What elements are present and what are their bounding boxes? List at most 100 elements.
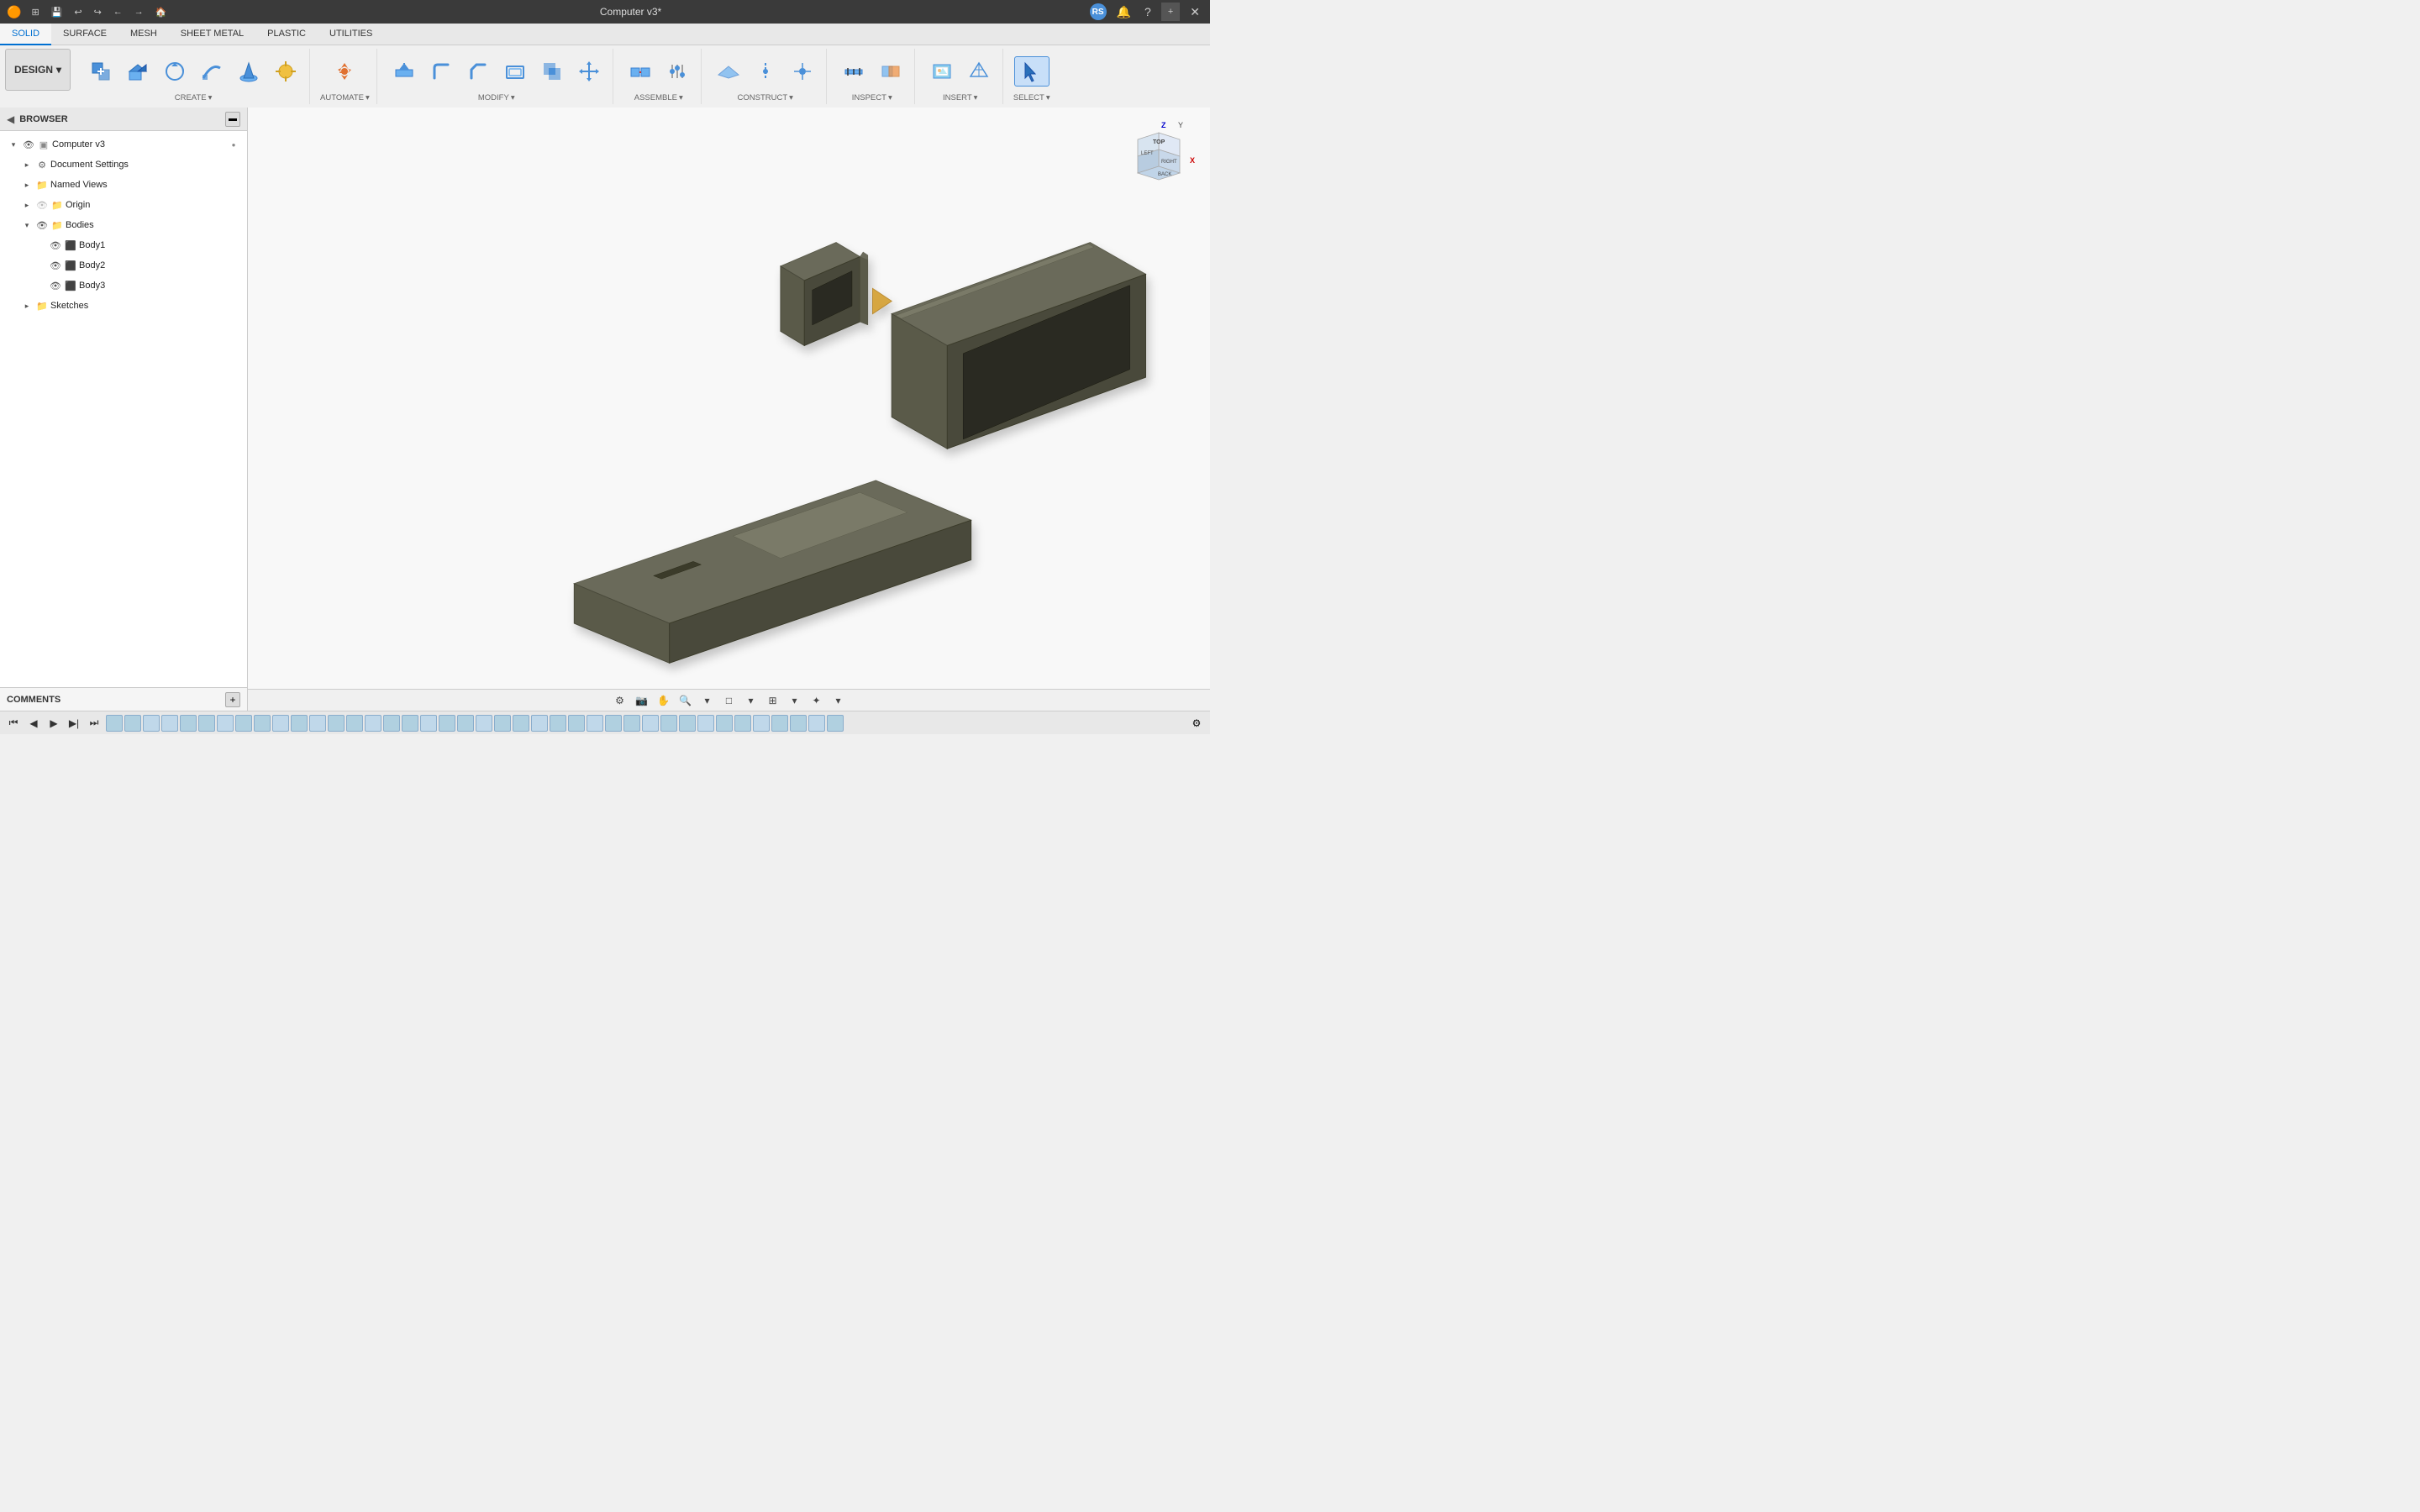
timeline-play-btn[interactable]: ▶ [45,715,62,732]
grid-btn[interactable]: ⊞ [764,691,782,710]
chamfer-btn[interactable] [461,57,495,86]
timeline-step[interactable] [420,715,437,732]
tree-arrow-bodies[interactable]: ▾ [20,218,34,232]
modify-group-label[interactable]: MODIFY ▾ [478,93,515,102]
move-btn[interactable] [572,57,606,86]
tree-arrow-root[interactable]: ▾ [7,138,20,151]
forward-btn[interactable]: → [129,5,149,19]
display-mode-chevron-btn[interactable]: ▾ [742,691,760,710]
view-cube[interactable]: Z X Y TOP LEFT RIGHT BACK [1129,121,1197,188]
comments-add-btn[interactable]: + [225,692,240,707]
timeline-step[interactable] [623,715,640,732]
timeline-step[interactable] [660,715,677,732]
tree-arrow-sketches[interactable]: ▸ [20,299,34,312]
joint-btn[interactable] [660,57,694,86]
timeline-step[interactable] [808,715,825,732]
tree-arrow-doc-settings[interactable]: ▸ [20,158,34,171]
timeline-step[interactable] [513,715,529,732]
timeline-step[interactable] [272,715,289,732]
automate-group-label[interactable]: AUTOMATE ▾ [320,93,370,102]
browser-back-icon[interactable]: ◀ [7,113,14,125]
select-btn[interactable] [1014,56,1050,87]
timeline-step[interactable] [716,715,733,732]
new-tab-btn[interactable]: + [1161,3,1180,21]
timeline-step[interactable] [254,715,271,732]
timeline-step[interactable] [346,715,363,732]
help-btn[interactable]: ? [1141,3,1155,20]
timeline-step[interactable] [328,715,345,732]
construct-group-label[interactable]: CONSTRUCT ▾ [738,93,793,102]
timeline-step[interactable] [161,715,178,732]
timeline-settings-btn[interactable]: ⚙ [1188,715,1205,732]
push-pull-btn[interactable] [387,57,421,86]
timeline-step[interactable] [642,715,659,732]
timeline-step[interactable] [217,715,234,732]
inspect-group-label[interactable]: INSPECT ▾ [852,93,892,102]
select-group-label[interactable]: SELECT ▾ [1013,93,1050,102]
eye-icon-body3[interactable]: 👁 [49,279,62,292]
effects-btn[interactable]: ✦ [808,691,826,710]
timeline-step[interactable] [143,715,160,732]
timeline-last-btn[interactable]: ⏭ [86,715,103,732]
timeline-step[interactable] [439,715,455,732]
timeline-step[interactable] [568,715,585,732]
tree-item-body2[interactable]: 👁 ⬛ Body2 [0,255,247,276]
tree-item-named-views[interactable]: ▸ 📁 Named Views [0,175,247,195]
timeline-step[interactable] [106,715,123,732]
undo-btn[interactable]: ↩ [69,5,87,19]
combine-btn[interactable] [535,57,569,86]
timeline-step[interactable] [365,715,381,732]
pan-btn[interactable]: ✋ [655,691,673,710]
assemble-group-label[interactable]: ASSEMBLE ▾ [634,93,683,102]
tab-sheet-metal[interactable]: SHEET METAL [169,24,255,45]
timeline-step[interactable] [734,715,751,732]
timeline-next-btn[interactable]: ▶| [66,715,82,732]
insert-canvas-btn[interactable] [925,57,959,86]
tree-item-body3[interactable]: 👁 ⬛ Body3 [0,276,247,296]
timeline-step[interactable] [383,715,400,732]
interference-btn[interactable] [874,57,908,86]
timeline-step[interactable] [587,715,603,732]
loft-btn[interactable] [232,57,266,86]
redo-btn[interactable]: ↪ [89,5,107,19]
insert-mesh-btn[interactable] [962,57,996,86]
tree-item-origin[interactable]: ▸ 👁 📁 Origin [0,195,247,215]
tree-item-bodies[interactable]: ▾ 👁 📁 Bodies [0,215,247,235]
eye-icon-bodies[interactable]: 👁 [35,218,49,232]
automate-btn[interactable] [328,57,361,86]
close-btn[interactable]: ✕ [1186,3,1203,21]
timeline-step[interactable] [291,715,308,732]
zoom-btn[interactable]: 🔍 [676,691,695,710]
viewport[interactable]: Z X Y TOP LEFT RIGHT BACK [248,108,1210,711]
eye-icon-root[interactable]: 👁 [22,138,35,151]
timeline-step[interactable] [309,715,326,732]
tab-utilities[interactable]: UTILITIES [318,24,384,45]
back-btn[interactable]: ← [108,5,128,19]
tab-plastic[interactable]: PLASTIC [255,24,318,45]
eye-icon-origin[interactable]: 👁 [35,198,49,212]
timeline-step[interactable] [494,715,511,732]
explode-btn[interactable] [269,57,302,86]
plane-btn[interactable] [712,57,745,86]
timeline-step[interactable] [697,715,714,732]
axis-btn[interactable] [749,57,782,86]
timeline-step[interactable] [771,715,788,732]
fillet-btn[interactable] [424,57,458,86]
revolve-btn[interactable] [158,57,192,86]
tab-mesh[interactable]: MESH [118,24,169,45]
tree-arrow-named-views[interactable]: ▸ [20,178,34,192]
save-btn[interactable]: 💾 [46,5,68,19]
tree-item-sketches[interactable]: ▸ 📁 Sketches [0,296,247,316]
tab-surface[interactable]: SURFACE [51,24,118,45]
timeline-step[interactable] [476,715,492,732]
timeline-first-btn[interactable]: ⏮ [5,715,22,732]
eye-icon-body2[interactable]: 👁 [49,259,62,272]
bell-btn[interactable]: 🔔 [1113,3,1134,21]
timeline-step[interactable] [457,715,474,732]
shell-btn[interactable] [498,57,532,86]
timeline-step[interactable] [790,715,807,732]
tab-solid[interactable]: SOLID [0,24,51,45]
extrude-btn[interactable] [121,57,155,86]
tree-item-doc-settings[interactable]: ▸ ⚙ Document Settings [0,155,247,175]
tree-item-root[interactable]: ▾ 👁 ▣ Computer v3 ● [0,134,247,155]
